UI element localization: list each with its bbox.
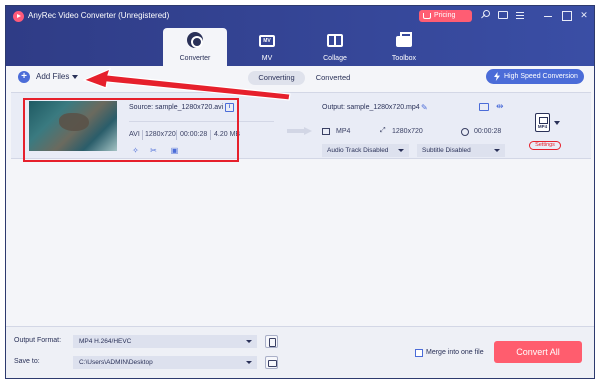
convert-direction-arrow-icon (287, 127, 313, 135)
lightning-icon (494, 72, 500, 81)
app-title: AnyRec Video Converter (Unregistered) (28, 11, 170, 20)
output-format-select[interactable]: MP4 H.264/HEVC (73, 335, 257, 348)
add-files-dropdown-icon[interactable] (72, 75, 78, 79)
compress-icon[interactable]: ⇹ (496, 102, 505, 111)
resolution-icon: ⤢ (380, 127, 386, 134)
tab-converter[interactable]: Converter (163, 28, 227, 66)
highlight-box (23, 98, 239, 162)
output-resolution: 1280x720 (392, 128, 423, 135)
footer-bar: Output Format: MP4 H.264/HEVC Save to: C… (6, 326, 594, 378)
pricing-button[interactable]: Pricing (419, 10, 472, 22)
segment-converting[interactable]: Converting (248, 71, 305, 85)
cart-icon (423, 13, 431, 19)
pricing-label: Pricing (434, 12, 456, 19)
key-icon[interactable] (479, 10, 490, 20)
output-format: MP4 (336, 128, 351, 135)
tab-collage-label: Collage (323, 55, 347, 62)
segment-converted[interactable]: Converted (309, 71, 357, 85)
file-row: Source: sample_1280x720.avi i AVI 1280x7… (11, 92, 591, 162)
subtitle-dropdown[interactable]: Subtitle Disabled (417, 144, 505, 157)
minimize-icon[interactable] (543, 10, 553, 20)
maximize-icon[interactable] (561, 10, 572, 21)
toolbox-icon (396, 32, 412, 47)
save-to-select[interactable]: C:\Users\ADMIN\Desktop (73, 356, 257, 369)
tab-mv[interactable]: MV (235, 28, 299, 66)
add-files-button[interactable]: Add Files (36, 72, 69, 81)
format-dropdown-icon[interactable] (554, 121, 560, 125)
high-speed-label: High Speed Conversion (504, 73, 578, 80)
high-speed-conversion-button[interactable]: High Speed Conversion (486, 69, 584, 84)
output-filename: Output: sample_1280x720.mp4 (322, 104, 420, 111)
output-format-label: Output Format: (14, 337, 62, 344)
tab-mv-label: MV (261, 55, 273, 62)
rename-pencil-icon[interactable]: ✎ (421, 103, 428, 112)
tab-toolbox[interactable]: Toolbox (372, 28, 436, 66)
open-folder-icon[interactable] (265, 356, 278, 369)
convert-all-button[interactable]: Convert All (494, 341, 582, 363)
merge-label[interactable]: Merge into one file (426, 349, 484, 356)
merge-checkbox[interactable] (415, 349, 423, 357)
tab-collage[interactable]: Collage (303, 28, 367, 66)
format-settings-icon[interactable] (265, 335, 278, 348)
output-info-icon[interactable] (479, 103, 489, 111)
menu-icon[interactable] (515, 10, 525, 20)
mv-icon (259, 35, 275, 47)
converter-icon (187, 32, 203, 48)
app-window: AnyRec Video Converter (Unregistered) Pr… (5, 5, 595, 379)
clock-icon (461, 128, 469, 136)
film-icon (322, 128, 330, 135)
output-duration: 00:00:28 (474, 128, 502, 135)
save-to-label: Save to: (14, 358, 40, 365)
close-icon[interactable]: ✕ (579, 10, 589, 20)
collage-icon (327, 34, 343, 47)
converter-toolbar: + Add Files Converting Converted High Sp… (6, 66, 594, 90)
tab-toolbox-label: Toolbox (391, 55, 417, 62)
tab-converter-label: Converter (179, 55, 211, 62)
settings-button[interactable]: Settings (529, 141, 561, 150)
output-format-badge[interactable]: MP4 (535, 113, 550, 132)
add-files-plus-icon[interactable]: + (18, 71, 30, 83)
screenshot-frame: AnyRec Video Converter (Unregistered) Pr… (0, 0, 600, 384)
feedback-icon[interactable] (497, 10, 508, 20)
title-bar: AnyRec Video Converter (Unregistered) Pr… (6, 6, 594, 66)
audio-track-dropdown[interactable]: Audio Track Disabled (322, 144, 409, 157)
app-logo-icon (13, 11, 24, 22)
